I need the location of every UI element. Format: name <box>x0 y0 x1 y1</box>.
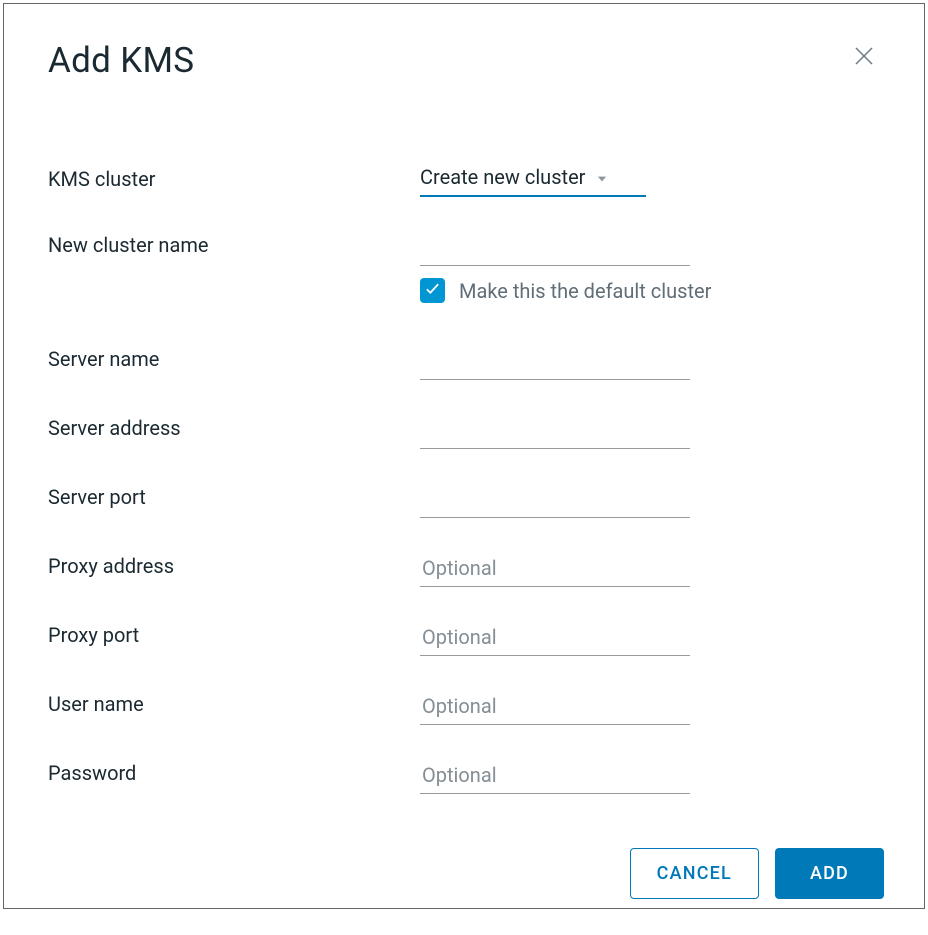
close-button[interactable] <box>848 40 880 72</box>
proxy-port-label: Proxy port <box>48 621 420 647</box>
new-cluster-name-row: New cluster name <box>48 231 880 266</box>
server-port-label: Server port <box>48 483 420 509</box>
server-name-input[interactable] <box>420 345 690 380</box>
modal-header: Add KMS <box>4 4 924 81</box>
checkmark-icon <box>424 280 441 301</box>
password-row: Password <box>48 759 880 794</box>
password-label: Password <box>48 759 420 785</box>
cancel-button[interactable]: CANCEL <box>630 848 759 899</box>
chevron-down-icon <box>595 171 609 185</box>
kms-cluster-select[interactable]: Create new cluster <box>420 165 646 197</box>
modal-footer: CANCEL ADD <box>4 848 924 935</box>
user-name-input[interactable] <box>420 690 690 725</box>
user-name-label: User name <box>48 690 420 716</box>
server-name-label: Server name <box>48 345 420 371</box>
default-cluster-checkbox[interactable] <box>420 278 445 303</box>
kms-cluster-label: KMS cluster <box>48 165 420 191</box>
default-cluster-label[interactable]: Make this the default cluster <box>459 279 711 303</box>
kms-cluster-selected-value: Create new cluster <box>420 165 585 189</box>
add-kms-modal: Add KMS KMS cluster Create new cluster N… <box>3 3 925 909</box>
server-address-row: Server address <box>48 414 880 449</box>
server-address-label: Server address <box>48 414 420 440</box>
proxy-port-row: Proxy port <box>48 621 880 656</box>
server-address-input[interactable] <box>420 414 690 449</box>
kms-cluster-row: KMS cluster Create new cluster <box>48 165 880 197</box>
proxy-port-input[interactable] <box>420 621 690 656</box>
server-name-row: Server name <box>48 345 880 380</box>
modal-body: KMS cluster Create new cluster New clust… <box>4 81 924 848</box>
add-button[interactable]: ADD <box>775 848 884 899</box>
password-input[interactable] <box>420 759 690 794</box>
new-cluster-name-input[interactable] <box>420 231 690 266</box>
proxy-address-row: Proxy address <box>48 552 880 587</box>
proxy-address-input[interactable] <box>420 552 690 587</box>
server-port-row: Server port <box>48 483 880 518</box>
default-cluster-row: Make this the default cluster <box>420 278 880 303</box>
server-port-input[interactable] <box>420 483 690 518</box>
user-name-row: User name <box>48 690 880 725</box>
proxy-address-label: Proxy address <box>48 552 420 578</box>
new-cluster-name-label: New cluster name <box>48 231 420 257</box>
modal-title: Add KMS <box>48 40 194 81</box>
